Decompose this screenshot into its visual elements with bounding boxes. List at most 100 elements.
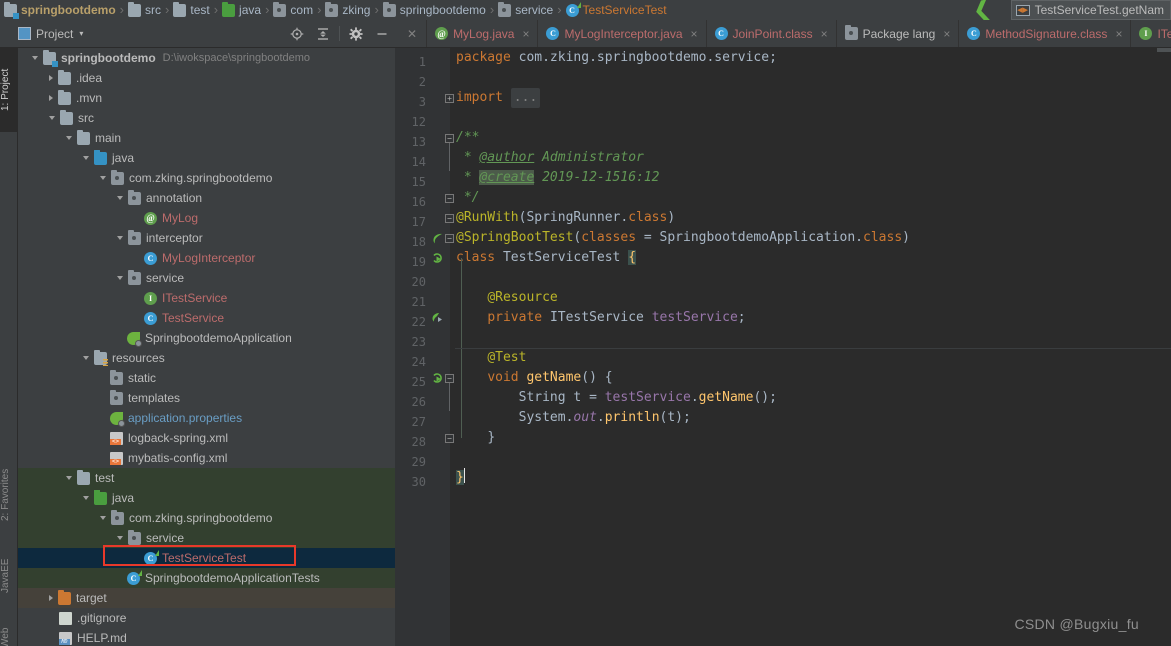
chevron-down-icon[interactable] [83, 496, 89, 500]
breadcrumb-item-zking[interactable]: zking [324, 0, 371, 20]
chevron-right-icon[interactable] [49, 95, 53, 101]
tab-package-lang[interactable]: Package lang × [837, 20, 960, 47]
toolwindow-button-javaee[interactable]: JavaEE [0, 548, 18, 604]
chevron-down-icon[interactable] [49, 116, 55, 120]
run-configuration-selector[interactable]: ◀▶ TestServiceTest.getNam [1010, 0, 1171, 20]
spring-autowired-icon[interactable] [431, 312, 444, 325]
tree-node-label: HELP.md [77, 631, 127, 645]
breadcrumb-item-src[interactable]: src [127, 0, 162, 20]
package-icon [128, 529, 141, 545]
tab-label: ITestS [1157, 26, 1171, 41]
toolwindow-button-web[interactable]: Web [0, 620, 18, 646]
toolwindow-button-1--project[interactable]: 1: Project [0, 48, 18, 132]
chevron-down-icon[interactable] [100, 516, 106, 520]
package-icon [128, 189, 141, 205]
tree-node-itestservice[interactable]: I ITestService [18, 288, 395, 308]
close-icon[interactable]: × [691, 27, 698, 41]
tree-node-springbootdemo[interactable]: springbootdemo D:\iwokspace\springbootdem… [18, 48, 395, 68]
chevron-down-icon[interactable] [100, 176, 106, 180]
project-view-selector[interactable]: Project ▾ [18, 27, 83, 41]
breadcrumb-item-java[interactable]: java [221, 0, 262, 20]
tree-node-myloginterceptor[interactable]: C MyLogInterceptor [18, 248, 395, 268]
tree-node--mvn[interactable]: .mvn [18, 88, 395, 108]
breadcrumb-item-service[interactable]: service [497, 0, 554, 20]
tab-itests[interactable]: I ITestS [1131, 20, 1171, 47]
tree-node-main[interactable]: main [18, 128, 395, 148]
editor-gutter[interactable]: 1 2 3 12 13 14 15 16 17 18 19 20 21 22 23 24 25 26 27 28 29 3… [395, 48, 450, 646]
tab-close-leading[interactable]: ✕ [395, 20, 428, 47]
spring-bean-icon[interactable] [431, 232, 444, 245]
tree-node-interceptor[interactable]: interceptor [18, 228, 395, 248]
chevron-right-icon[interactable] [49, 595, 53, 601]
tree-node-label: service [146, 271, 185, 285]
chevron-down-icon[interactable] [117, 276, 123, 280]
chevron-down-icon[interactable] [32, 56, 38, 60]
tab-methodsignature-class[interactable]: C MethodSignature.class × [959, 20, 1132, 47]
tree-node-testservicetest[interactable]: C TestServiceTest [18, 548, 395, 568]
breadcrumb-item-springbootdemo[interactable]: springbootdemo [3, 0, 117, 20]
tree-node-service[interactable]: service [18, 268, 395, 288]
tab-mylog-java[interactable]: @ MyLog.java × [427, 20, 539, 47]
resources-folder-icon [94, 349, 108, 366]
chevron-down-icon[interactable] [66, 136, 72, 140]
breadcrumb-item-test[interactable]: test [172, 0, 210, 20]
tree-node--idea[interactable]: .idea [18, 68, 395, 88]
toolwindow-button-2--favorites[interactable]: 2: Favorites [0, 446, 18, 544]
chevron-down-icon[interactable] [117, 536, 123, 540]
close-icon[interactable]: ✕ [407, 27, 417, 41]
breadcrumb-separator: › [489, 2, 495, 17]
tree-node-mylog[interactable]: @ MyLog [18, 208, 395, 228]
chevron-down-icon[interactable] [66, 476, 72, 480]
chevron-down-icon[interactable] [83, 356, 89, 360]
tree-node-application-properties[interactable]: application.properties [18, 408, 395, 428]
line-number: 2 [418, 75, 426, 89]
collapse-all-icon[interactable] [310, 21, 336, 47]
tree-node-target[interactable]: target [18, 588, 395, 608]
tree-node-logback-spring-xml[interactable]: <> logback-spring.xml [18, 428, 395, 448]
line-number: 23 [411, 335, 426, 349]
chevron-down-icon[interactable] [83, 156, 89, 160]
tree-node-resources[interactable]: resources [18, 348, 395, 368]
run-test-icon[interactable] [431, 252, 444, 265]
tree-node-templates[interactable]: templates [18, 388, 395, 408]
test-class-icon: C [565, 1, 581, 17]
interface-icon: I [144, 291, 157, 305]
tree-node-testservice[interactable]: C TestService [18, 308, 395, 328]
code-content[interactable]: package com.zking.springbootdemo.service… [450, 48, 1171, 646]
breadcrumb-item-springbootdemo[interactable]: springbootdemo [382, 0, 487, 20]
tree-node-static[interactable]: static [18, 368, 395, 388]
annotation-icon: @ [144, 211, 157, 225]
tree-node-test[interactable]: test [18, 468, 395, 488]
chevron-right-icon[interactable] [49, 75, 53, 81]
run-test-method-icon[interactable] [431, 372, 444, 385]
tree-node-java[interactable]: java [18, 488, 395, 508]
tab-myloginterceptor-java[interactable]: C MyLogInterceptor.java × [538, 20, 707, 47]
breadcrumb-label: springbootdemo [21, 3, 116, 17]
tree-node-springbootdemoapplication[interactable]: SpringbootdemoApplication [18, 328, 395, 348]
tree-node-service[interactable]: service [18, 528, 395, 548]
tree-node-mybatis-config-xml[interactable]: <> mybatis-config.xml [18, 448, 395, 468]
tree-node-src[interactable]: src [18, 108, 395, 128]
code-editor[interactable]: 1 2 3 12 13 14 15 16 17 18 19 20 21 22 23 24 25 26 27 28 29 3… [395, 48, 1171, 646]
close-icon[interactable]: × [522, 27, 529, 41]
hide-toolwindow-icon[interactable] [369, 21, 395, 47]
tree-node-springbootdemoapplicationtests[interactable]: C SpringbootdemoApplicationTests [18, 568, 395, 588]
tree-node-com-zking-springbootdemo[interactable]: com.zking.springbootdemo [18, 508, 395, 528]
chevron-down-icon[interactable] [117, 236, 123, 240]
chevron-down-icon[interactable] [117, 196, 123, 200]
breadcrumb-item-testservicetest[interactable]: C TestServiceTest [565, 0, 668, 20]
gear-icon[interactable] [343, 21, 369, 47]
tree-node-annotation[interactable]: annotation [18, 188, 395, 208]
tree-node-com-zking-springbootdemo[interactable]: com.zking.springbootdemo [18, 168, 395, 188]
tree-node-java[interactable]: java [18, 148, 395, 168]
xml-file-icon: <> [110, 451, 123, 465]
tab-joinpoint-class[interactable]: C JoinPoint.class × [707, 20, 837, 47]
tree-node-help-md[interactable]: MD HELP.md [18, 628, 395, 646]
close-icon[interactable]: × [943, 27, 950, 41]
close-icon[interactable]: × [1115, 27, 1122, 41]
locate-icon[interactable] [284, 21, 310, 47]
tree-node--gitignore[interactable]: .gitignore [18, 608, 395, 628]
folder-icon [173, 1, 187, 17]
close-icon[interactable]: × [821, 27, 828, 41]
breadcrumb-item-com[interactable]: com [272, 0, 314, 20]
